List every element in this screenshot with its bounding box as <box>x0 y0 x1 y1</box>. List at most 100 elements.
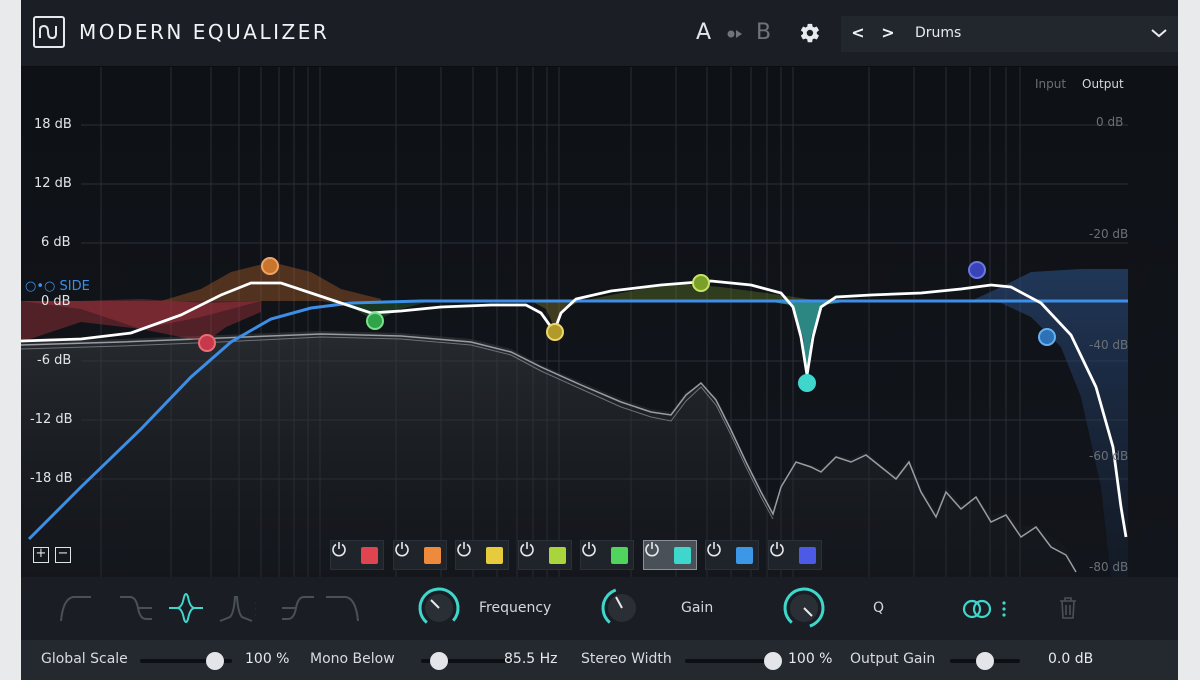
band-toggle-8[interactable] <box>767 540 822 570</box>
output-gain-value: 0.0 dB <box>1048 651 1094 667</box>
band-node-7[interactable] <box>1038 328 1056 346</box>
slider-thumb[interactable] <box>206 652 225 670</box>
low-shelf-icon[interactable] <box>116 591 156 625</box>
output-gain-slider[interactable] <box>950 652 1020 670</box>
power-icon[interactable] <box>519 541 535 557</box>
output-gain-label: Output Gain <box>850 651 936 667</box>
add-band-button[interactable]: + <box>33 547 49 563</box>
plugin-frame: MODERN EQUALIZER A B < > Drums 18 dB 12 … <box>21 0 1178 680</box>
band-node-2[interactable] <box>261 257 279 275</box>
band-color-swatch <box>798 547 816 564</box>
q-label: Q <box>873 600 885 616</box>
eq-graph[interactable]: 18 dB 12 dB 6 dB 0 dB -6 dB -12 dB -18 d… <box>21 67 1178 577</box>
mono-below-label: Mono Below <box>310 651 395 667</box>
app-window: MODERN EQUALIZER A B < > Drums 18 dB 12 … <box>0 0 1200 680</box>
gain-scale-label: 0 dB <box>41 294 71 309</box>
global-scale-label: Global Scale <box>41 651 128 667</box>
high-cut-icon[interactable] <box>324 591 364 625</box>
slider-thumb[interactable] <box>430 652 449 670</box>
global-scale-slider[interactable] <box>140 652 232 670</box>
ab-b-button[interactable]: B <box>756 20 771 45</box>
meter-scale-label: -20 dB <box>1089 227 1129 241</box>
high-shelf-icon[interactable] <box>278 591 318 625</box>
band-node-5[interactable] <box>366 312 384 330</box>
left-margin <box>0 0 21 680</box>
stereo-width-slider[interactable] <box>685 652 782 670</box>
global-scale-value: 100 % <box>245 651 290 667</box>
band-toggle-4[interactable] <box>517 540 572 570</box>
band-node-8[interactable] <box>968 261 986 279</box>
band-color-swatch <box>548 547 566 564</box>
band-toggle-6[interactable] <box>642 540 697 570</box>
gain-scale-label: 18 dB <box>34 117 72 132</box>
preset-selector[interactable]: < > Drums <box>841 16 1178 52</box>
band-node-1[interactable] <box>198 334 216 352</box>
band-color-swatch <box>423 547 441 564</box>
band-node-6[interactable] <box>798 374 816 392</box>
band-toggle-3[interactable] <box>455 540 509 570</box>
power-icon[interactable] <box>644 541 660 557</box>
meter-scale-label: -60 dB <box>1089 449 1129 463</box>
gain-scale-label: -6 dB <box>37 353 72 368</box>
gain-scale-label: 6 dB <box>41 235 71 250</box>
preset-next-button[interactable]: > <box>879 24 897 42</box>
remove-band-button[interactable]: − <box>55 547 71 563</box>
meter-input-toggle[interactable]: Input <box>1035 77 1066 91</box>
preset-prev-button[interactable]: < <box>849 24 867 42</box>
band-toggle-5[interactable] <box>580 540 634 570</box>
gear-icon[interactable] <box>799 22 821 44</box>
gain-scale-label: 12 dB <box>34 176 72 191</box>
mono-below-value: 85.5 Hz <box>504 651 558 667</box>
app-title: MODERN EQUALIZER <box>79 20 330 44</box>
global-settings-bar: Global Scale 100 % Mono Below 85.5 Hz St… <box>21 640 1178 680</box>
ab-a-button[interactable]: A <box>696 20 711 45</box>
slider-thumb[interactable] <box>764 652 782 670</box>
frequency-knob[interactable] <box>417 586 461 630</box>
band-controls: Frequency Gain Q <box>21 577 1178 640</box>
band-toggle-7[interactable] <box>705 540 759 570</box>
power-icon[interactable] <box>394 541 410 557</box>
mid-side-icon: ○•○ <box>25 279 60 294</box>
stereo-placement-icon[interactable] <box>961 597 1011 621</box>
band-toggle-2[interactable] <box>392 540 447 570</box>
gain-label: Gain <box>681 600 714 616</box>
notch-icon[interactable] <box>216 591 256 625</box>
power-icon[interactable] <box>706 541 722 557</box>
meter-scale-label: -80 dB <box>1089 560 1129 574</box>
band-node-4[interactable] <box>692 274 710 292</box>
right-margin <box>1178 0 1200 680</box>
ab-copy-arrow-icon[interactable] <box>726 29 746 39</box>
band-color-swatch <box>673 547 691 564</box>
gain-scale-label: -12 dB <box>30 412 73 427</box>
meter-scale-label: 0 dB <box>1096 115 1124 129</box>
stereo-width-label: Stereo Width <box>581 651 672 667</box>
gain-scale-label: -18 dB <box>30 471 73 486</box>
trash-icon[interactable] <box>1057 595 1079 621</box>
q-knob[interactable] <box>782 586 826 630</box>
bell-icon[interactable] <box>166 591 206 625</box>
meter-output-toggle[interactable]: Output <box>1082 77 1124 91</box>
band-color-swatch <box>736 547 753 564</box>
eq-canvas[interactable] <box>21 67 1178 577</box>
power-icon[interactable] <box>331 541 347 557</box>
band-color-swatch <box>361 547 378 564</box>
band-node-3[interactable] <box>546 323 564 341</box>
stereo-width-value: 100 % <box>788 651 833 667</box>
slider-thumb[interactable] <box>976 652 994 670</box>
low-cut-icon[interactable] <box>57 591 97 625</box>
gain-knob[interactable] <box>600 586 644 630</box>
frequency-label: Frequency <box>479 600 552 616</box>
logo-icon <box>33 16 65 48</box>
band-toggle-1[interactable] <box>330 540 384 570</box>
mono-below-slider[interactable] <box>421 652 513 670</box>
chevron-down-icon[interactable] <box>1150 27 1168 39</box>
band-color-swatch <box>486 547 503 564</box>
band-color-swatch <box>611 547 628 564</box>
preset-name[interactable]: Drums <box>915 25 961 41</box>
header: MODERN EQUALIZER A B < > Drums <box>21 0 1178 67</box>
meter-scale-label: -40 dB <box>1089 338 1129 352</box>
power-icon[interactable] <box>581 541 597 557</box>
power-icon[interactable] <box>456 541 472 557</box>
side-mode-toggle[interactable]: ○•○ SIDE <box>25 279 90 294</box>
power-icon[interactable] <box>769 541 785 557</box>
